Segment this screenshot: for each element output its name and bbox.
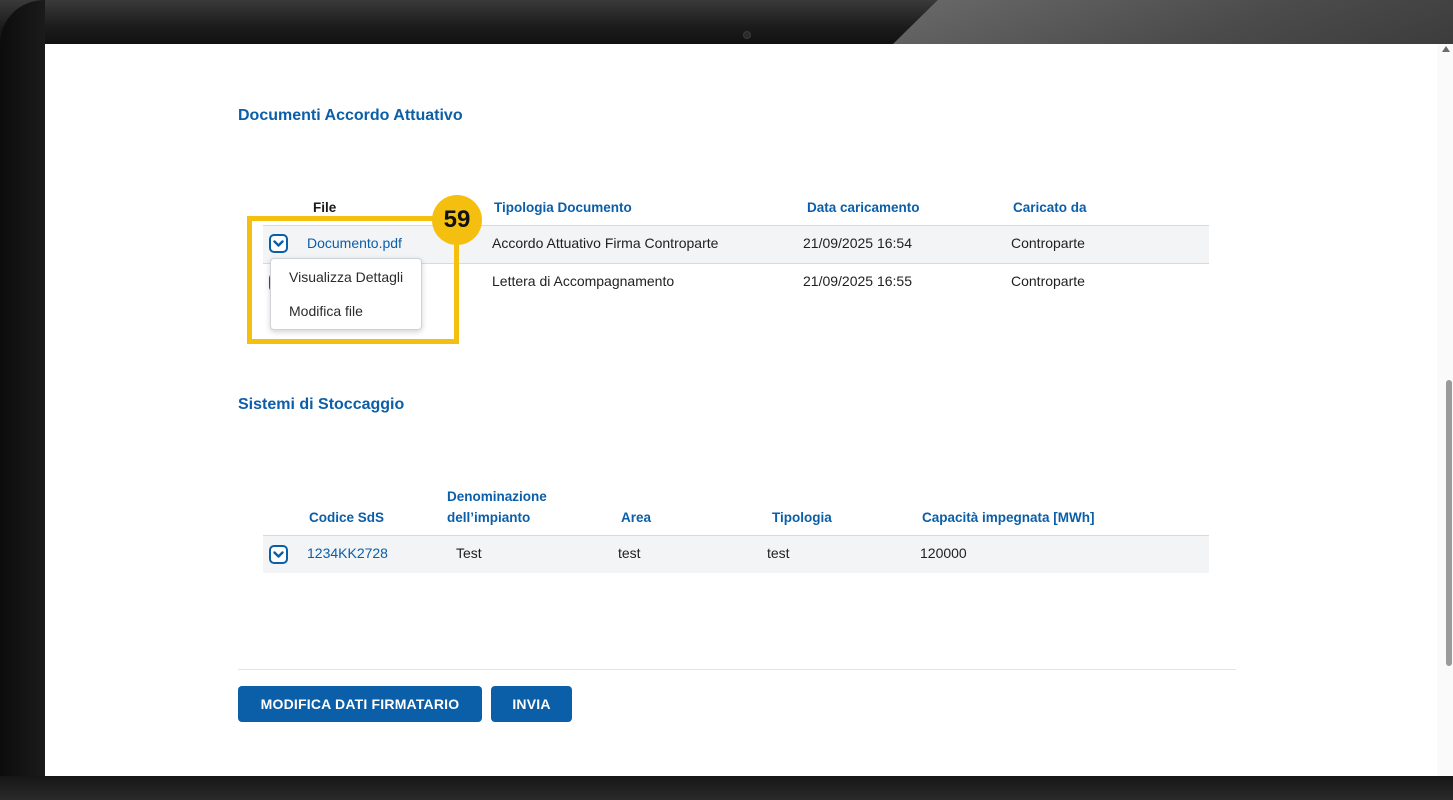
laptop-bezel-bottom	[0, 776, 1453, 800]
tipologia-sds-cell: test	[767, 545, 790, 561]
column-header-codice: Codice SdS	[309, 510, 385, 525]
column-header-capacita: Capacità impegnata [MWh]	[922, 510, 1095, 525]
tipologia-cell: Accordo Attuativo Firma Controparte	[492, 235, 719, 251]
camera-icon	[743, 31, 751, 39]
row-expand-toggle[interactable]	[269, 545, 288, 564]
caricato-cell: Controparte	[1011, 235, 1085, 251]
chevron-down-icon	[273, 550, 284, 558]
tipologia-cell: Lettera di Accompagnamento	[492, 273, 675, 289]
codice-sds-link[interactable]: 1234KK2728	[307, 545, 388, 561]
caricato-cell: Controparte	[1011, 273, 1085, 289]
laptop-bezel-top	[0, 0, 1453, 44]
data-cell: 21/09/2025 16:55	[803, 273, 912, 289]
section-title-documenti: Documenti Accordo Attuativo	[238, 107, 463, 124]
scroll-up-icon[interactable]	[1442, 46, 1450, 52]
column-header-denominazione-line1: Denominazione	[447, 489, 547, 504]
denominazione-cell: Test	[456, 545, 482, 561]
column-header-area: Area	[621, 510, 652, 525]
invia-button[interactable]: INVIA	[491, 686, 572, 722]
column-header-denominazione-line2: dell’impianto	[447, 510, 531, 525]
column-header-tipologia: Tipologia Documento	[494, 200, 632, 215]
vertical-scrollbar[interactable]	[1437, 44, 1453, 776]
laptop-bezel-left	[0, 0, 45, 800]
callout-number-badge: 59	[432, 195, 482, 245]
column-header-file: File	[313, 200, 337, 215]
capacita-cell: 120000	[920, 545, 967, 561]
column-header-tipologia-sds: Tipologia	[772, 510, 832, 525]
callout-highlight-box	[247, 216, 459, 344]
column-header-caricato: Caricato da	[1013, 200, 1087, 215]
app-screen: Documenti Accordo Attuativo File Tipolog…	[45, 44, 1453, 776]
scrollbar-thumb[interactable]	[1446, 380, 1452, 666]
modifica-dati-firmatario-button[interactable]: MODIFICA DATI FIRMATARIO	[238, 686, 482, 722]
section-title-stoccaggio: Sistemi di Stoccaggio	[238, 396, 405, 413]
footer-divider	[238, 669, 1236, 670]
area-cell: test	[618, 545, 641, 561]
column-header-data: Data caricamento	[807, 200, 920, 215]
column-header-denominazione: Denominazione dell’impianto	[447, 488, 547, 526]
data-cell: 21/09/2025 16:54	[803, 235, 912, 251]
table-row	[263, 536, 1209, 573]
